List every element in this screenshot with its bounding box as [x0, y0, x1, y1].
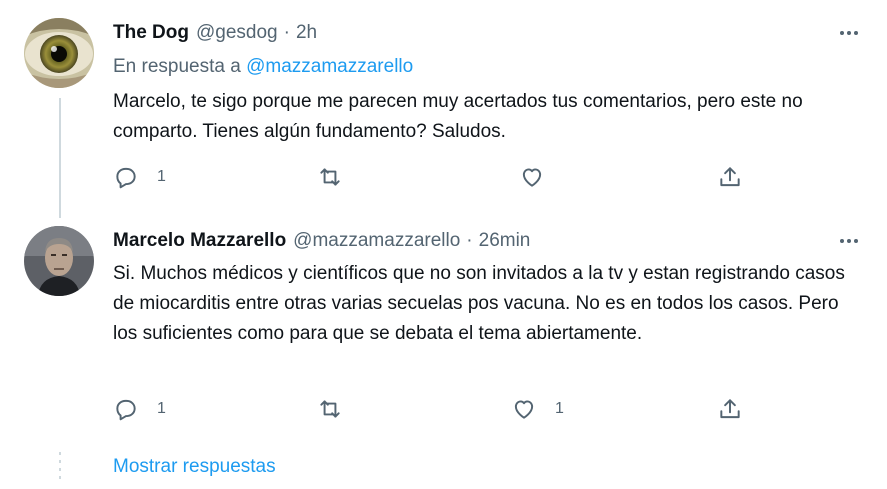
retweet-icon [320, 168, 340, 186]
eye-avatar-image [24, 18, 94, 88]
share-button[interactable] [717, 164, 743, 190]
tweet-text: Marcelo, te sigo porque me parecen muy a… [113, 91, 803, 142]
tweet-actions: 1 [113, 164, 753, 194]
show-replies-link[interactable]: Mostrar respuestas [113, 456, 276, 478]
like-button[interactable] [519, 164, 563, 190]
avatar[interactable] [24, 18, 94, 88]
like-count: 1 [555, 400, 564, 417]
author-handle[interactable]: @mazzamazzarello [293, 230, 460, 252]
retweet-icon [320, 400, 340, 418]
timestamp[interactable]: 2h [296, 22, 317, 44]
reply-icon [116, 167, 136, 189]
reply-prefix: En respuesta a [113, 56, 247, 77]
like-button[interactable]: 1 [511, 396, 564, 422]
reply-count: 1 [157, 168, 166, 185]
portrait-avatar-image [24, 226, 94, 296]
heart-icon [522, 168, 542, 187]
share-icon [720, 167, 740, 187]
tweet-header: The Dog @gesdog · 2h [113, 22, 317, 44]
heart-icon [514, 400, 534, 419]
retweet-button[interactable] [317, 396, 361, 422]
reply-icon [116, 399, 136, 421]
share-icon [720, 399, 740, 419]
separator: · [283, 22, 290, 43]
reply-button[interactable]: 1 [113, 164, 166, 190]
author-name[interactable]: The Dog [113, 22, 189, 44]
reply-button[interactable]: 1 [113, 396, 166, 422]
thread-line [59, 98, 61, 218]
author-handle[interactable]: @gesdog [196, 22, 278, 44]
reply-mention[interactable]: @mazzamazzarello [246, 56, 413, 77]
tweet-header: Marcelo Mazzarello @mazzamazzarello · 26… [113, 230, 530, 252]
share-button[interactable] [717, 396, 743, 422]
author-name[interactable]: Marcelo Mazzarello [113, 230, 286, 252]
reply-context: En respuesta a @mazzamazzarello [113, 56, 413, 78]
more-icon[interactable] [832, 23, 866, 43]
more-icon[interactable] [832, 231, 866, 251]
timestamp[interactable]: 26min [479, 230, 531, 252]
reply-count: 1 [157, 400, 166, 417]
retweet-button[interactable] [317, 164, 361, 190]
tweet-actions: 1 1 [113, 396, 753, 426]
tweet-text: Si. Muchos médicos y científicos que no … [113, 263, 845, 344]
avatar[interactable] [24, 226, 94, 296]
thread-dotted-line [59, 452, 61, 482]
separator: · [466, 230, 473, 251]
